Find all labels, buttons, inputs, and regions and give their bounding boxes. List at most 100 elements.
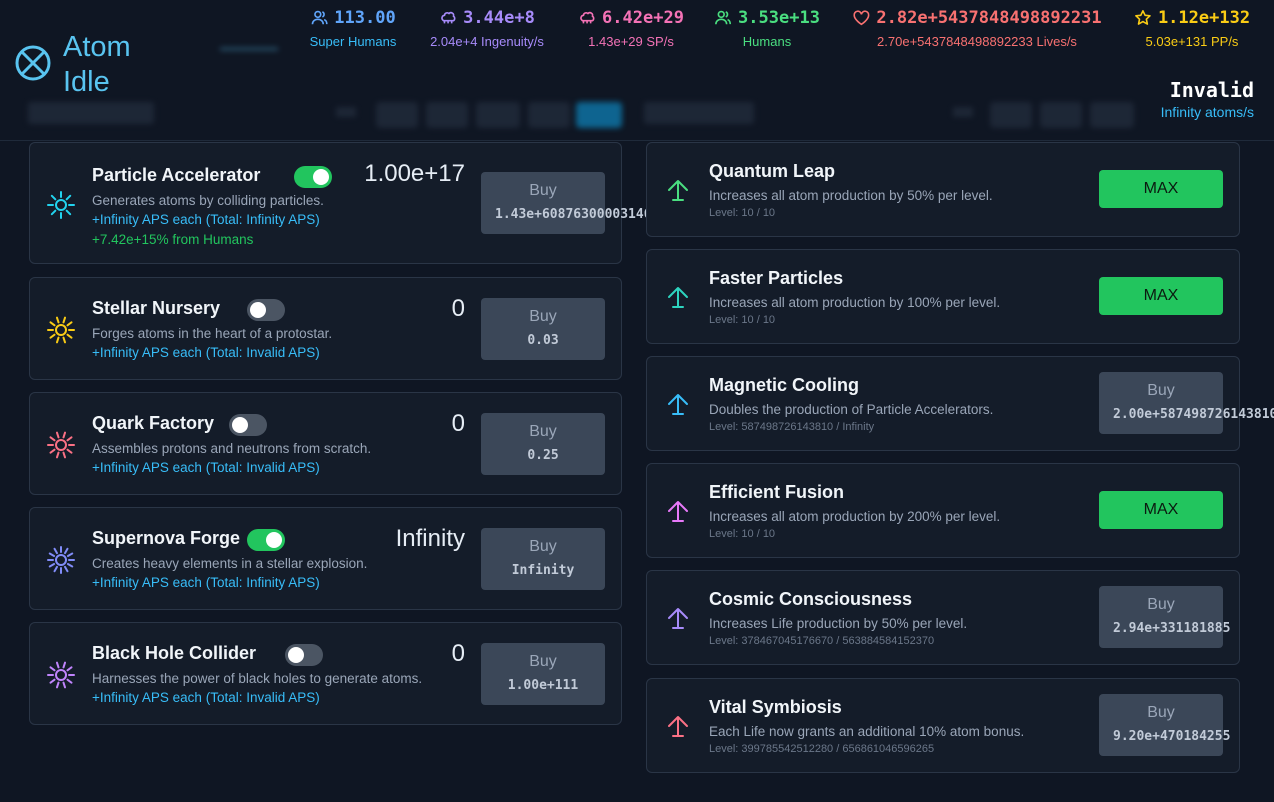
max-button[interactable]: MAX <box>1099 170 1223 208</box>
brain-icon <box>439 9 457 27</box>
buy-cost: 2.00e+587498726143810 <box>1113 407 1274 422</box>
atoms-value: Invalid <box>1169 78 1254 102</box>
buy-upgrade-button[interactable]: Buy 2.00e+587498726143810 <box>1099 372 1274 434</box>
buy-cost: 2.94e+331181885 <box>1113 621 1231 636</box>
supernova-icon <box>46 545 76 575</box>
arrow-up-icon <box>665 177 691 203</box>
users-icon <box>310 9 328 27</box>
upgrade-level: Level: 10 / 10 <box>709 528 776 540</box>
arrow-up-icon <box>665 391 691 417</box>
section-header-row <box>28 100 1268 132</box>
buy-cost: 1.00e+111 <box>507 678 579 693</box>
generators-heading <box>28 102 154 124</box>
upgrades-heading <box>644 102 754 124</box>
generator-description: Assembles protons and neutrons from scra… <box>92 441 372 456</box>
buy-generator-button[interactable]: Buy Infinity <box>481 528 605 590</box>
upgrade-amount-1[interactable] <box>990 102 1032 128</box>
generator-name: Particle Accelerator <box>92 165 261 185</box>
upgrade-card: Faster Particles Increases all atom prod… <box>646 249 1240 344</box>
star-icon <box>1134 9 1152 27</box>
upgrade-description: Each Life now grants an additional 10% a… <box>709 724 1025 739</box>
upgrade-name: Cosmic Consciousness <box>709 589 913 609</box>
generator-aps: +Infinity APS each (Total: Invalid APS) <box>92 460 320 475</box>
upgrade-card: Magnetic Cooling Doubles the production … <box>646 356 1274 451</box>
stat-3: 3.53e+13 Humans <box>714 8 820 49</box>
atom-logo-icon <box>15 45 51 81</box>
auto-buy-toggle[interactable] <box>294 166 332 188</box>
max-button[interactable]: MAX <box>1099 277 1223 315</box>
generator-count: 0 <box>451 295 465 322</box>
upgrade-level: Level: 10 / 10 <box>709 207 776 219</box>
auto-buy-toggle[interactable] <box>229 414 267 436</box>
buy-amount-25[interactable] <box>476 102 520 128</box>
auto-buy-toggle[interactable] <box>247 529 285 551</box>
arrow-up-icon <box>665 713 691 739</box>
buy-amount-10[interactable] <box>426 102 468 128</box>
generator-card: Supernova Forge Infinity Creates heavy e… <box>29 507 622 610</box>
brain-icon <box>578 9 596 27</box>
buy-amount-label <box>336 107 356 117</box>
heart-icon <box>852 9 870 27</box>
arrow-up-icon <box>665 498 691 524</box>
generator-name: Supernova Forge <box>92 528 241 548</box>
buy-label: Buy <box>529 308 557 325</box>
buy-generator-button[interactable]: Buy 0.25 <box>481 413 605 475</box>
stat-label: 2.04e+4 Ingenuity/s <box>430 34 544 49</box>
buy-cost: 9.20e+470184255 <box>1113 729 1231 744</box>
upgrade-amount-25[interactable] <box>1090 102 1134 128</box>
upgrade-card: Efficient Fusion Increases all atom prod… <box>646 463 1240 558</box>
buy-amount-max[interactable] <box>576 102 622 128</box>
upgrade-level: Level: 399785542512280 / 656861046596265 <box>709 743 935 755</box>
stat-label: Super Humans <box>309 34 397 49</box>
generator-aps: +Infinity APS each (Total: Infinity APS) <box>92 212 320 227</box>
upgrade-description: Doubles the production of Particle Accel… <box>709 402 994 417</box>
max-button[interactable]: MAX <box>1099 491 1223 529</box>
auto-buy-toggle[interactable] <box>247 299 285 321</box>
upgrade-name: Efficient Fusion <box>709 482 844 502</box>
generator-card: Particle Accelerator 1.00e+17 Generates … <box>29 142 659 264</box>
buy-amount-1[interactable] <box>376 102 418 128</box>
generator-aps: +Infinity APS each (Total: Invalid APS) <box>92 345 320 360</box>
buy-cost: Infinity <box>511 563 575 578</box>
upgrade-name: Magnetic Cooling <box>709 375 859 395</box>
buy-label: Buy <box>529 423 557 440</box>
generator-card: Stellar Nursery 0 Forges atoms in the he… <box>29 277 622 380</box>
generator-aps: +Infinity APS each (Total: Infinity APS) <box>92 575 320 590</box>
generator-name: Stellar Nursery <box>92 298 221 318</box>
buy-upgrade-button[interactable]: Buy 2.94e+331181885 <box>1099 586 1230 648</box>
stat-value: 3.53e+13 <box>738 8 820 28</box>
stat-2: 6.42e+29 1.43e+29 SP/s <box>578 8 684 49</box>
top-header: Atom Idle 113.00 Super Humans 3.44e+8 2.04e… <box>0 0 1274 141</box>
quark-icon <box>46 430 76 460</box>
stat-0: 113.00 Super Humans <box>310 8 397 49</box>
generator-count: 0 <box>451 410 465 437</box>
upgrade-name: Faster Particles <box>709 268 844 288</box>
upgrade-level: Level: 378467045176670 / 563884584152370 <box>709 635 935 647</box>
stat-1: 3.44e+8 2.04e+4 Ingenuity/s <box>430 8 544 49</box>
stat-label: 1.43e+29 SP/s <box>588 34 674 49</box>
generator-count: Infinity <box>395 525 465 552</box>
buy-label: Buy <box>529 182 557 199</box>
stat-label: 2.70e+5437848498892233 Lives/s <box>877 34 1077 49</box>
generator-card: Quark Factory 0 Assembles protons and ne… <box>29 392 622 495</box>
buy-label: Buy <box>1147 596 1175 613</box>
buy-label: Buy <box>529 653 557 670</box>
upgrade-level: Level: 10 / 10 <box>709 314 776 326</box>
buy-generator-button[interactable]: Buy 1.43e+608763000031467 <box>481 172 659 234</box>
buy-generator-button[interactable]: Buy 1.00e+111 <box>481 643 605 705</box>
arrow-up-icon <box>665 605 691 631</box>
generator-name: Black Hole Collider <box>92 643 257 663</box>
generator-name: Quark Factory <box>92 413 215 433</box>
upgrade-amount-10[interactable] <box>1040 102 1082 128</box>
buy-upgrade-button[interactable]: Buy 9.20e+470184255 <box>1099 694 1230 756</box>
accelerator-icon <box>46 190 76 220</box>
buy-generator-button[interactable]: Buy 0.03 <box>481 298 605 360</box>
upgrade-card: Quantum Leap Increases all atom producti… <box>646 142 1240 237</box>
auto-buy-toggle[interactable] <box>285 644 323 666</box>
buy-amount-100[interactable] <box>528 102 570 128</box>
stat-label: Humans <box>742 34 792 49</box>
stat-value: 3.44e+8 <box>463 8 535 28</box>
arrow-up-icon <box>665 284 691 310</box>
generator-description: Forges atoms in the heart of a protostar… <box>92 326 333 341</box>
stat-4: 2.82e+5437848498892231 2.70e+543784849889… <box>852 8 1102 49</box>
